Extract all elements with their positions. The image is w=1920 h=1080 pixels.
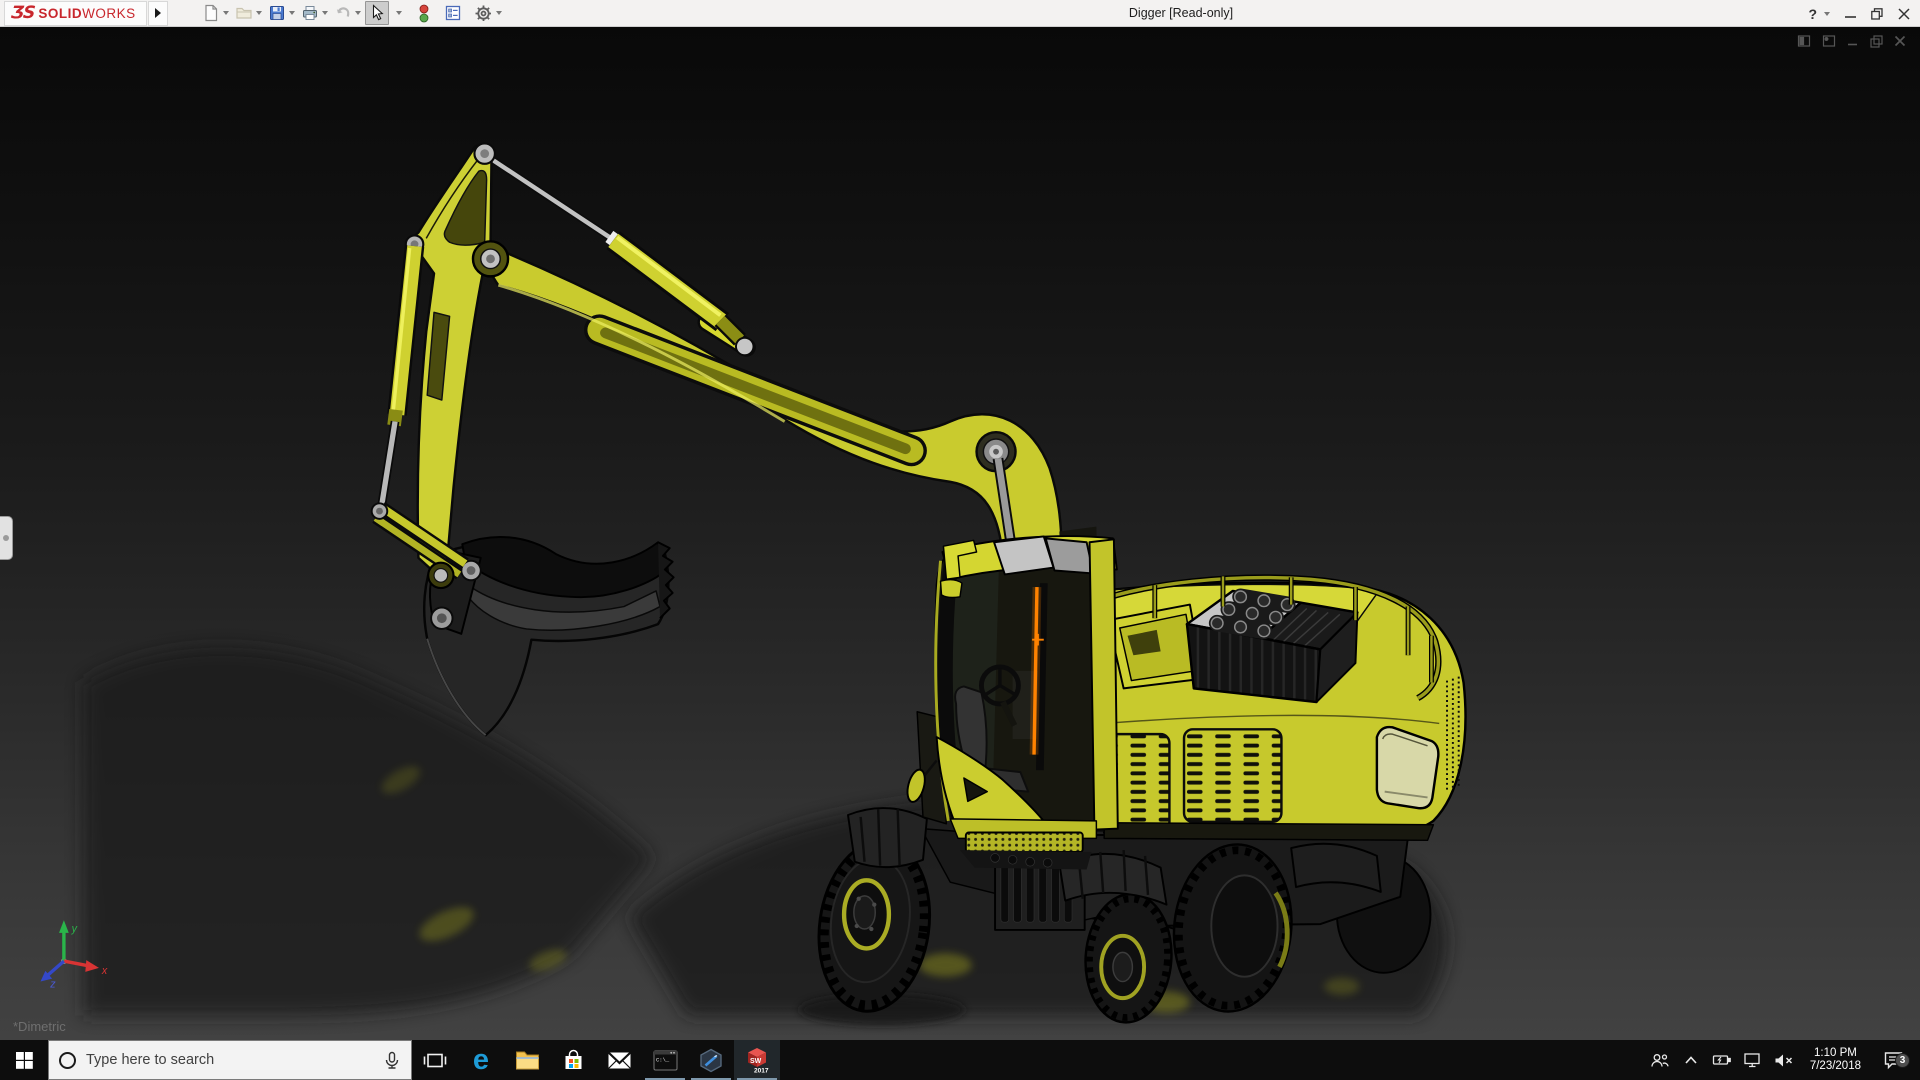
triad-y-label: y [71,923,78,935]
hexagon-app-button[interactable] [688,1040,734,1080]
cab[interactable] [904,536,1117,869]
file-properties-icon [444,4,462,22]
file-explorer-icon [515,1050,540,1071]
tray-date: 7/23/2018 [1810,1060,1861,1072]
brand-text: SOLIDWORKS [38,6,135,21]
select-dropdown [396,11,402,15]
side-grille-rear [1184,729,1281,822]
select-dropdown-button[interactable] [391,1,404,25]
open-button[interactable] [233,1,264,25]
sw-year: 2017 [754,1067,769,1074]
windows-logo-icon [16,1052,33,1069]
rebuild-traffic-light-icon [416,4,432,23]
options-dropdown[interactable] [496,11,502,15]
volume-button[interactable] [1773,1053,1795,1068]
dipper-arm[interactable] [406,143,495,577]
triad-z-label: z [49,978,56,990]
rebuild-button[interactable] [414,1,434,25]
close-button[interactable] [1898,8,1910,20]
command-prompt-icon: C:\_ [653,1050,678,1071]
hexagon-app-icon [699,1048,723,1073]
chevron-up-icon [1684,1055,1698,1065]
microphone-icon[interactable] [383,1051,401,1070]
task-view-button[interactable] [412,1040,458,1080]
store-icon [562,1049,585,1072]
gear-icon [474,4,493,23]
people-icon [1650,1052,1670,1069]
search-placeholder: Type here to search [86,1052,373,1068]
view-orientation-label: *Dimetric [13,1019,66,1034]
edge-icon: e [473,1046,489,1075]
task-view-icon [423,1051,447,1070]
print-dropdown[interactable] [322,11,328,15]
restore-button[interactable] [1871,8,1883,20]
graphics-area[interactable]: y x z *Dimetric [0,27,1920,1040]
engine-block[interactable] [1187,591,1357,702]
new-document-icon [202,4,220,22]
select-cursor-icon [368,4,386,22]
file-properties-button[interactable] [442,1,464,25]
cmd-prompt-text: C:\_ [656,1056,670,1063]
action-center-button[interactable]: 3 [1876,1051,1910,1070]
machine-body[interactable] [1072,576,1465,840]
mail-icon [607,1051,632,1070]
print-button[interactable] [299,1,330,25]
triad-x-label: x [101,965,108,977]
system-tray: 1:10 PM 7/23/2018 3 [1649,1040,1920,1080]
open-dropdown[interactable] [256,11,262,15]
title-bar: ƷS SOLIDWORKS [0,0,1920,27]
edge-button[interactable]: e [458,1040,504,1080]
options-button[interactable] [472,1,504,25]
undo-dropdown[interactable] [355,11,361,15]
new-document-button[interactable] [200,1,231,25]
power-button[interactable] [1711,1053,1733,1067]
battery-plug-icon [1712,1053,1732,1067]
new-dropdown[interactable] [223,11,229,15]
file-explorer-button[interactable] [504,1040,550,1080]
excavator-model[interactable]: y x z [0,27,1920,1040]
network-button[interactable] [1742,1052,1764,1068]
solidworks-taskbar-button[interactable]: SW 2017 [734,1040,780,1080]
sw-letters: SW [750,1058,762,1065]
standard-toolbar [200,1,504,25]
clock[interactable]: 1:10 PM 7/23/2018 [1804,1047,1867,1073]
windows-taskbar: Type here to search e [0,1040,1920,1080]
open-folder-icon [235,4,253,22]
solidworks-window: ƷS SOLIDWORKS [0,0,1920,1080]
notification-badge: 3 [1895,1053,1910,1068]
people-button[interactable] [1649,1052,1671,1069]
undo-icon [334,4,352,22]
start-button[interactable] [0,1040,48,1080]
help-button[interactable]: ? [1808,6,1817,22]
cortana-icon [59,1052,76,1069]
menu-flyout-button[interactable] [148,1,168,26]
help-dropdown[interactable] [1824,12,1830,16]
network-icon [1743,1052,1762,1068]
show-hidden-icons-button[interactable] [1680,1055,1702,1065]
tray-time: 1:10 PM [1814,1047,1857,1059]
save-button[interactable] [266,1,297,25]
store-button[interactable] [550,1040,596,1080]
command-prompt-button[interactable]: C:\_ [642,1040,688,1080]
print-icon [301,4,319,22]
undo-button[interactable] [332,1,363,25]
taskbar-empty-area [780,1040,1649,1080]
minimize-button[interactable] [1845,8,1856,19]
window-controls: ? [1808,0,1910,27]
search-input[interactable]: Type here to search [48,1040,412,1080]
volume-muted-icon [1774,1053,1794,1068]
save-icon [268,4,286,22]
select-tool-button[interactable] [365,1,389,25]
ds-logo-icon: ƷS [10,3,35,23]
solidworks-logo: ƷS SOLIDWORKS [4,1,147,26]
mail-button[interactable] [596,1040,642,1080]
solidworks-app-icon: SW 2017 [744,1047,770,1074]
document-title: Digger [Read-only] [1129,0,1233,27]
save-dropdown[interactable] [289,11,295,15]
flyout-arrow-icon [154,8,162,18]
